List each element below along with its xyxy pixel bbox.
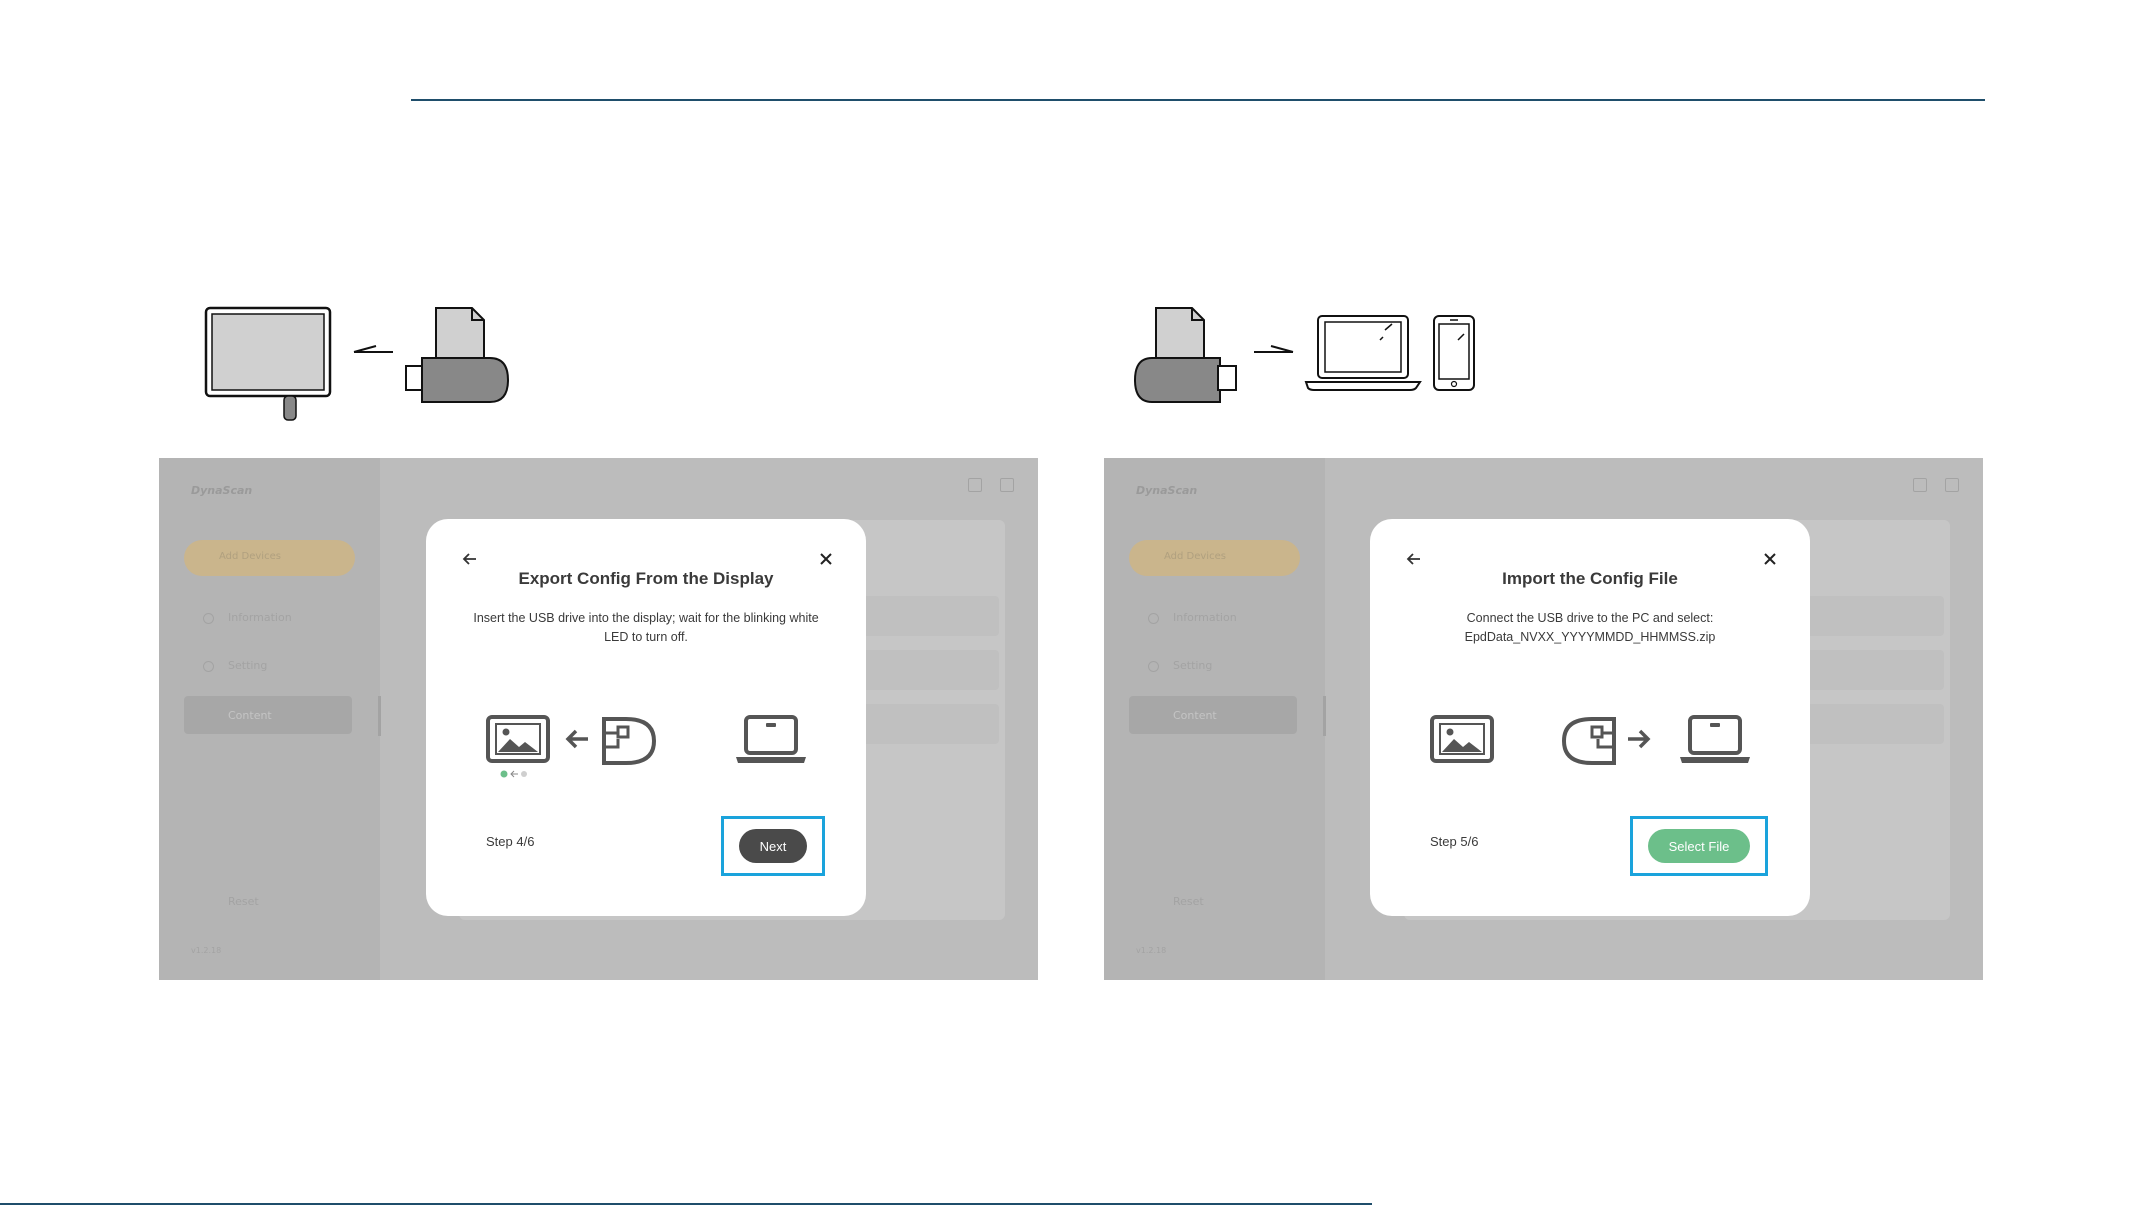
laptop-icon	[736, 715, 806, 763]
display-usb-illustration	[204, 306, 510, 421]
sidebar-item-content-label: Content	[1173, 709, 1217, 722]
top-rule	[411, 99, 1985, 101]
usb-icon	[1133, 357, 1221, 403]
step-indicator: Step 5/6	[1430, 834, 1479, 849]
user-icon	[1913, 478, 1927, 492]
file-icon	[1155, 307, 1205, 363]
arrow-right-icon	[1628, 729, 1651, 749]
import-config-modal: Import the Config File Connect the USB d…	[1370, 519, 1810, 916]
menu-icon	[1945, 478, 1959, 492]
next-button[interactable]: Next	[739, 829, 807, 863]
image-icon	[1430, 715, 1494, 763]
arrow-left-icon	[565, 729, 588, 749]
left-screenshot-panel: DynaScan Add Devices Information Setting…	[159, 458, 1038, 980]
export-steps-graphic	[486, 715, 806, 778]
laptop-icon	[1680, 715, 1750, 763]
sidebar-item-content-label: Content	[228, 709, 272, 722]
brand-logo: DynaScan	[1136, 484, 1198, 497]
modal-description: Connect the USB drive to the PC and sele…	[1410, 609, 1770, 647]
sidebar-item-information[interactable]: Information	[228, 611, 292, 624]
progress-dot	[500, 770, 508, 778]
usb-drive-icon	[1561, 717, 1616, 765]
modal-description-line: Connect the USB drive to the PC and sele…	[1466, 611, 1714, 625]
info-icon	[1148, 613, 1159, 624]
progress-dot	[521, 771, 527, 777]
sidebar-item-information[interactable]: Information	[1173, 611, 1237, 624]
reset-button[interactable]: Reset	[228, 895, 259, 908]
modal-description: Insert the USB drive into the display; w…	[473, 611, 819, 644]
reset-button[interactable]: Reset	[1173, 895, 1204, 908]
close-icon[interactable]	[1760, 549, 1780, 569]
brand-logo: DynaScan	[191, 484, 253, 497]
image-icon	[486, 715, 550, 763]
file-icon	[435, 307, 485, 363]
menu-icon	[1000, 478, 1014, 492]
back-arrow-icon[interactable]	[460, 549, 480, 569]
modal-filename: EpdData_NVXX_YYYYMMDD_HHMMSS.zip	[1464, 630, 1716, 644]
gear-icon	[1148, 661, 1159, 672]
modal-title: Import the Config File	[1502, 569, 1678, 588]
info-icon	[203, 613, 214, 624]
scroll-indicator	[1323, 696, 1326, 736]
add-devices-label: Add Devices	[219, 551, 281, 562]
import-steps-graphic	[1430, 715, 1750, 765]
sidebar-item-setting[interactable]: Setting	[228, 659, 267, 672]
select-file-button[interactable]: Select File	[1648, 829, 1750, 863]
usb-drive-icon	[602, 717, 657, 765]
version-label: v1.2.18	[1136, 946, 1167, 955]
gear-icon	[203, 661, 214, 672]
step-indicator: Step 4/6	[486, 834, 535, 849]
back-arrow-icon[interactable]	[1404, 549, 1424, 569]
user-icon	[968, 478, 982, 492]
right-screenshot-panel: DynaScan Add Devices Information Setting…	[1104, 458, 1983, 980]
add-devices-label: Add Devices	[1164, 551, 1226, 562]
sidebar-item-setting[interactable]: Setting	[1173, 659, 1212, 672]
usb-laptop-phone-illustration	[1133, 307, 1475, 403]
version-label: v1.2.18	[191, 946, 222, 955]
export-config-modal: Export Config From the Display Insert th…	[426, 519, 866, 916]
scroll-indicator	[378, 696, 381, 736]
close-icon[interactable]	[816, 549, 836, 569]
modal-title: Export Config From the Display	[518, 569, 774, 588]
